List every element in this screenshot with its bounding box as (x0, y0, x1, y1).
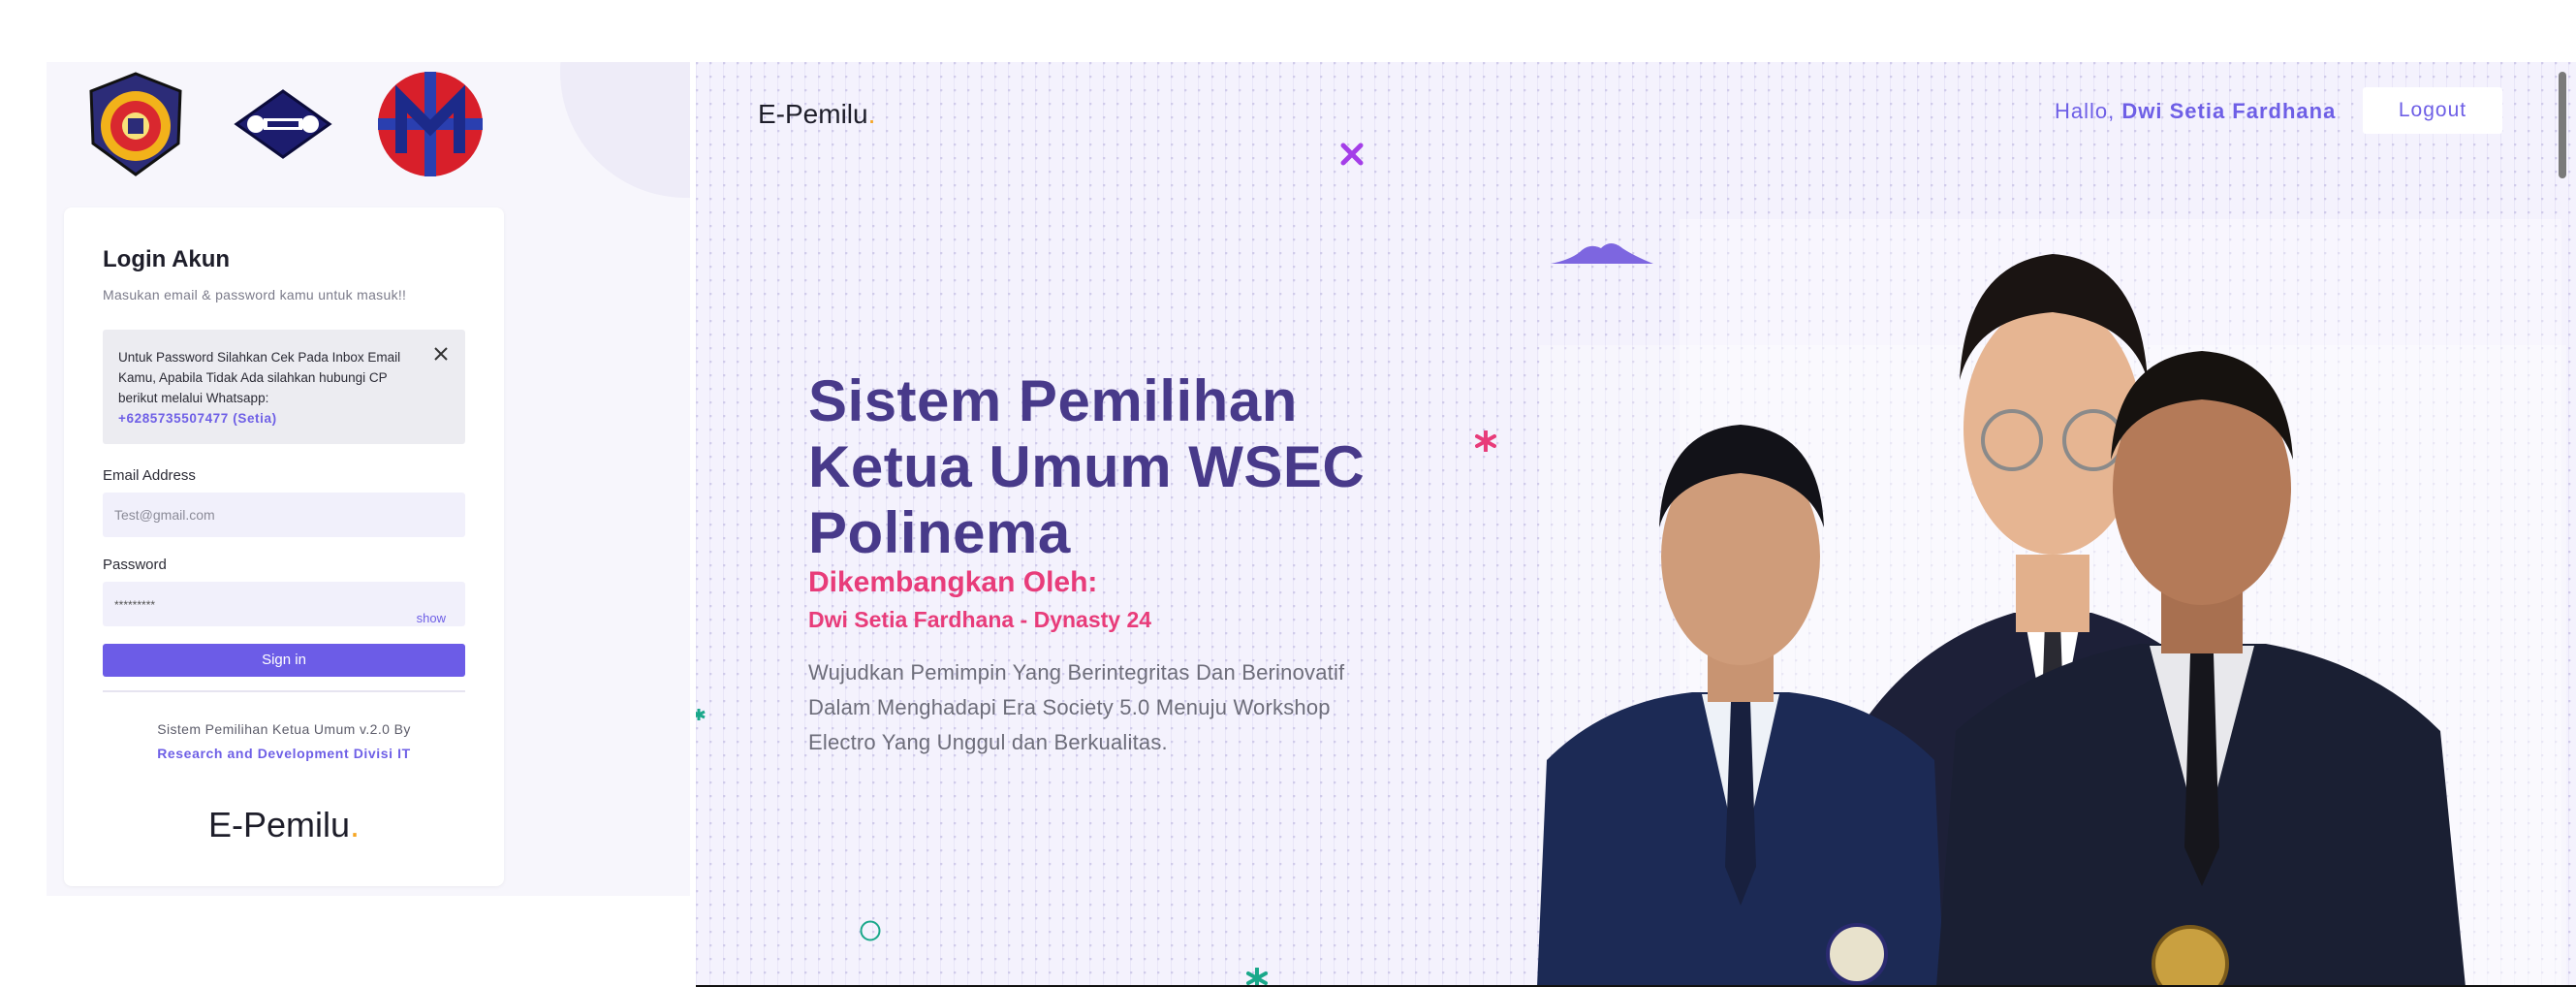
login-panel: Login Akun Masukan email & password kamu… (47, 62, 690, 896)
hero-headline: Sistem Pemilihan Ketua Umum WSEC Polinem… (808, 368, 1366, 565)
brand-dot: . (867, 99, 876, 129)
developer-name: Dwi Setia Fardhana - Dynasty 24 (808, 607, 1152, 632)
nav-brand-text: E-Pemilu (758, 99, 868, 129)
greeting-text: Hallo, (2055, 99, 2116, 123)
asterisk-icon (1475, 430, 1496, 452)
candidate-photo-left (1537, 425, 1944, 987)
login-title: Login Akun (103, 246, 231, 272)
notice-phone: +6285735507477 (Setia) (118, 411, 277, 426)
brand-logo: E-Pemilu. (64, 805, 504, 845)
email-field[interactable] (103, 493, 465, 537)
user-greeting: Hallo, Dwi Setia Fardhana (2055, 99, 2336, 124)
password-notice: Untuk Password Silahkan Cek Pada Inbox E… (103, 330, 465, 444)
hero-section: E-Pemilu. Hallo, Dwi Setia Fardhana Logo… (696, 62, 2576, 987)
password-value: ********* (114, 598, 156, 612)
asterisk-icon (1246, 968, 1268, 987)
login-card: Login Akun Masukan email & password kamu… (64, 207, 504, 886)
cloud-shape-icon (1551, 243, 1653, 264)
wsec-logo (378, 72, 483, 176)
circle-icon (860, 920, 881, 941)
close-icon[interactable] (430, 343, 452, 365)
email-label: Email Address (103, 467, 196, 484)
developed-by-heading: Dikembangkan Oleh: (808, 566, 1098, 598)
polinema-logo (89, 72, 182, 176)
asterisk-icon (696, 709, 706, 720)
workshop-logo (234, 89, 332, 159)
cross-icon (1340, 143, 1364, 166)
decorative-circle (560, 62, 690, 198)
nav-brand[interactable]: E-Pemilu. (758, 99, 875, 130)
password-label: Password (103, 557, 167, 573)
scrollbar[interactable] (2559, 72, 2566, 178)
user-name: Dwi Setia Fardhana (2121, 99, 2337, 123)
credit-line: Sistem Pemilihan Ketua Umum v.2.0 By (157, 721, 411, 737)
password-field[interactable]: ********* show (103, 582, 465, 626)
brand-dot: . (350, 805, 361, 844)
candidate-photo-right (1936, 351, 2466, 987)
notice-content: Untuk Password Silahkan Cek Pada Inbox E… (118, 347, 409, 429)
hero-tagline: Wujudkan Pemimpin Yang Berintegritas Dan… (808, 660, 1345, 754)
logo-row (81, 70, 485, 178)
credit-team: Research and Development Divisi IT (157, 746, 411, 761)
logout-button[interactable]: Logout (2363, 87, 2502, 134)
login-subtitle: Masukan email & password kamu untuk masu… (103, 287, 407, 302)
brand-text: E-Pemilu (207, 805, 351, 844)
divider (103, 690, 465, 692)
notice-text: Untuk Password Silahkan Cek Pada Inbox E… (118, 350, 401, 405)
signin-button[interactable]: Sign in (103, 644, 465, 677)
show-password-toggle[interactable]: show (417, 596, 446, 641)
